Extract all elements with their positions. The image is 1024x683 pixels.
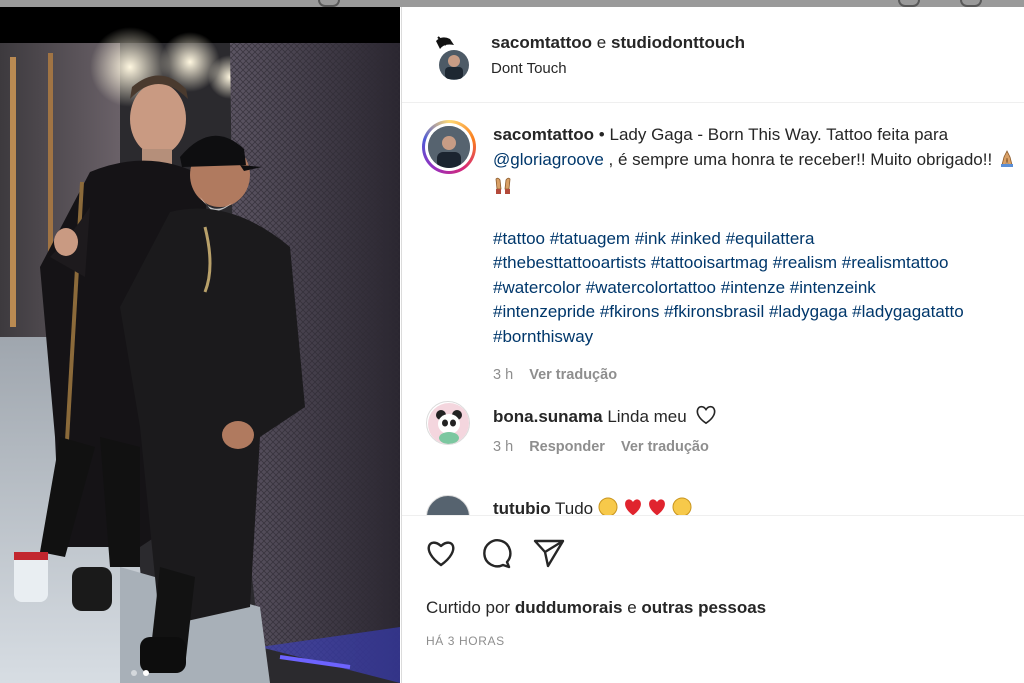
caption-text-2: , é sempre uma honra te receber!! Muito … [603,149,993,169]
author-connector: e [592,33,611,52]
liked-by-connector: e [622,598,642,617]
caption-bullet: • [594,125,610,144]
post-author-line: sacomtattoo e studiodonttouch [491,32,745,54]
red-heart-emoji [623,497,643,515]
mention-link[interactable]: @gloriagroove [493,150,604,169]
liked-by-line: Curtido por duddumorais e outras pessoas [426,598,766,618]
caption-text: Lady Gaga - Born This Way. Tattoo feita … [609,125,949,144]
comment-item: tutubio Tudo [402,495,1024,515]
user-avatar[interactable] [426,495,470,515]
hashtag-line: #tattoo #tatuagem #ink #inked #equilatte… [493,227,1023,252]
hashtag-link[interactable]: #intenzeink [790,278,876,297]
collaborator-username[interactable]: studiodonttouch [611,33,745,52]
liked-by-prefix: Curtido por [426,598,515,617]
hashtag-link[interactable]: #tattoo [493,229,545,248]
browser-top-strip [0,0,1024,7]
folded-hands-emoji [997,148,1017,176]
carousel-dot-active[interactable] [143,670,149,676]
hashtag-line: #thebesttattooartists #tattooisartmag #r… [493,251,1023,276]
hashtag-link[interactable]: #ink [635,229,666,248]
hashtag-link[interactable]: #ladygaga [769,302,847,321]
comment-reply-link[interactable]: Responder [529,439,605,455]
toolbar-hint [318,0,340,7]
comment-username[interactable]: tutubio [493,499,551,515]
smiling-face-emoji [598,497,618,515]
post-details-panel: sacomtattoo e studiodonttouch Dont Touch… [401,7,1024,683]
author-username[interactable]: sacomtattoo [491,33,592,52]
post-header: sacomtattoo e studiodonttouch Dont Touch [402,7,1024,103]
carousel-dot[interactable] [131,670,137,676]
comment-text: Tudo [555,499,594,515]
post-caption: sacomtattoo • Lady Gaga - Born This Way.… [493,123,1023,383]
hashtag-list: #tattoo #tatuagem #ink #inked #equilatte… [493,227,1023,350]
caption-avatar[interactable] [422,120,476,174]
hashtag-link[interactable]: #tatuagem [550,229,630,248]
hashtag-line: #bornthisway [493,325,1023,350]
photo-illustration [0,7,400,683]
panda-avatar[interactable] [426,401,470,445]
hashtag-link[interactable]: #watercolor [493,278,581,297]
hashtag-link[interactable]: #fkirons [600,302,660,321]
comment-translate-link[interactable]: Ver tradução [621,439,709,455]
post-location[interactable]: Dont Touch [491,58,745,80]
hashtag-link[interactable]: #ladygagatatto [852,302,964,321]
caption-meta: 3 h Ver tradução [493,363,1023,383]
post-actions: Curtido por duddumorais e outras pessoas… [402,515,1024,683]
hashtag-link[interactable]: #realismtattoo [842,253,949,272]
comment-item: bona.sunama Linda meu 3 h Responder Ver … [402,401,1024,481]
comment-time: 3 h [493,439,514,455]
hashtag-link[interactable]: #equilattera [726,229,815,248]
caption-time: 3 h [493,367,514,383]
skull-logo-avatar[interactable] [432,33,470,81]
heart-icon[interactable] [424,536,458,570]
comment-text: Linda meu [607,407,687,426]
hashtag-link[interactable]: #intenzepride [493,302,595,321]
caption-username[interactable]: sacomtattoo [493,125,594,144]
caption-translate-link[interactable]: Ver tradução [529,367,617,383]
raising-hands-emoji [493,175,513,203]
hashtag-line: #intenzepride #fkirons #fkironsbrasil #l… [493,300,1023,325]
hashtag-link[interactable]: #inked [671,229,721,248]
red-heart-emoji [647,497,667,515]
post-timestamp: HÁ 3 HORAS [426,634,505,648]
share-icon[interactable] [532,536,566,570]
post-photo[interactable] [0,7,400,683]
hashtag-line: #watercolor #watercolortattoo #intenze #… [493,276,1023,301]
liked-by-user[interactable]: duddumorais [515,598,623,617]
hashtag-link[interactable]: #thebesttattooartists [493,253,646,272]
hashtag-link[interactable]: #fkironsbrasil [664,302,764,321]
hashtag-link[interactable]: #intenze [721,278,785,297]
comment-icon[interactable] [478,536,512,570]
comment-meta: 3 h Responder Ver tradução [493,439,709,459]
liked-by-others[interactable]: outras pessoas [641,598,766,617]
hashtag-link[interactable]: #tattooisartmag [651,253,768,272]
comment-like-heart-icon[interactable] [695,405,717,432]
comments-section[interactable]: sacomtattoo • Lady Gaga - Born This Way.… [402,103,1024,515]
smiling-face-emoji [672,497,692,515]
toolbar-hint [960,0,982,7]
toolbar-hint [898,0,920,7]
hashtag-link[interactable]: #realism [773,253,837,272]
hashtag-link[interactable]: #watercolortattoo [586,278,716,297]
comment-username[interactable]: bona.sunama [493,407,603,426]
hashtag-link[interactable]: #bornthisway [493,327,593,346]
